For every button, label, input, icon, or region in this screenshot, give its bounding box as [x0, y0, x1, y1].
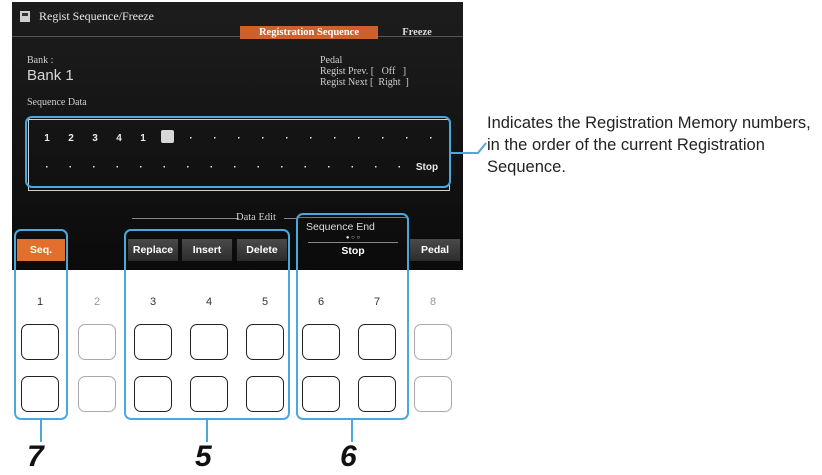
- annotation-text: Indicates the Registration Memory number…: [487, 114, 811, 176]
- panel-button-8-lower[interactable]: [414, 376, 452, 412]
- callout-box-sequence-end: [296, 213, 409, 420]
- window-icon: [20, 11, 30, 22]
- button-number-2: 2: [93, 296, 101, 308]
- bank-label: Bank :: [27, 55, 54, 66]
- panel-button-2-lower[interactable]: [78, 376, 116, 412]
- bank-value[interactable]: Bank 1: [27, 67, 74, 84]
- data-edit-label: Data Edit: [236, 212, 276, 223]
- panel-button-2-upper[interactable]: [78, 324, 116, 360]
- callout-number-6: 6: [340, 440, 357, 473]
- tab-registration-sequence[interactable]: Registration Sequence: [240, 26, 378, 39]
- callout-line-5: [206, 420, 208, 442]
- callout-box-seq: [14, 229, 68, 420]
- callout-line-7: [40, 420, 42, 442]
- callout-number-5: 5: [195, 440, 212, 473]
- pedal-button[interactable]: Pedal: [410, 239, 460, 261]
- callout-number-7: 7: [27, 440, 44, 473]
- callout-line-6: [351, 420, 353, 442]
- screen-title: Regist Sequence/Freeze: [39, 9, 154, 23]
- sequence-data-label: Sequence Data: [27, 97, 87, 108]
- tab-freeze[interactable]: Freeze: [382, 26, 452, 39]
- data-edit-divider: [132, 218, 239, 219]
- data-edit-divider-right: [284, 218, 296, 219]
- annotation-leader-line: [451, 142, 487, 154]
- callout-box-sequence-data: [25, 116, 451, 188]
- panel-button-8-upper[interactable]: [414, 324, 452, 360]
- regist-prev-setting[interactable]: Regist Prev. [ Off ]: [320, 66, 406, 77]
- callout-box-data-edit: [124, 229, 290, 420]
- regist-next-setting[interactable]: Regist Next [ Right ]: [320, 77, 409, 88]
- pedal-label: Pedal: [320, 55, 343, 66]
- button-number-8: 8: [429, 296, 437, 308]
